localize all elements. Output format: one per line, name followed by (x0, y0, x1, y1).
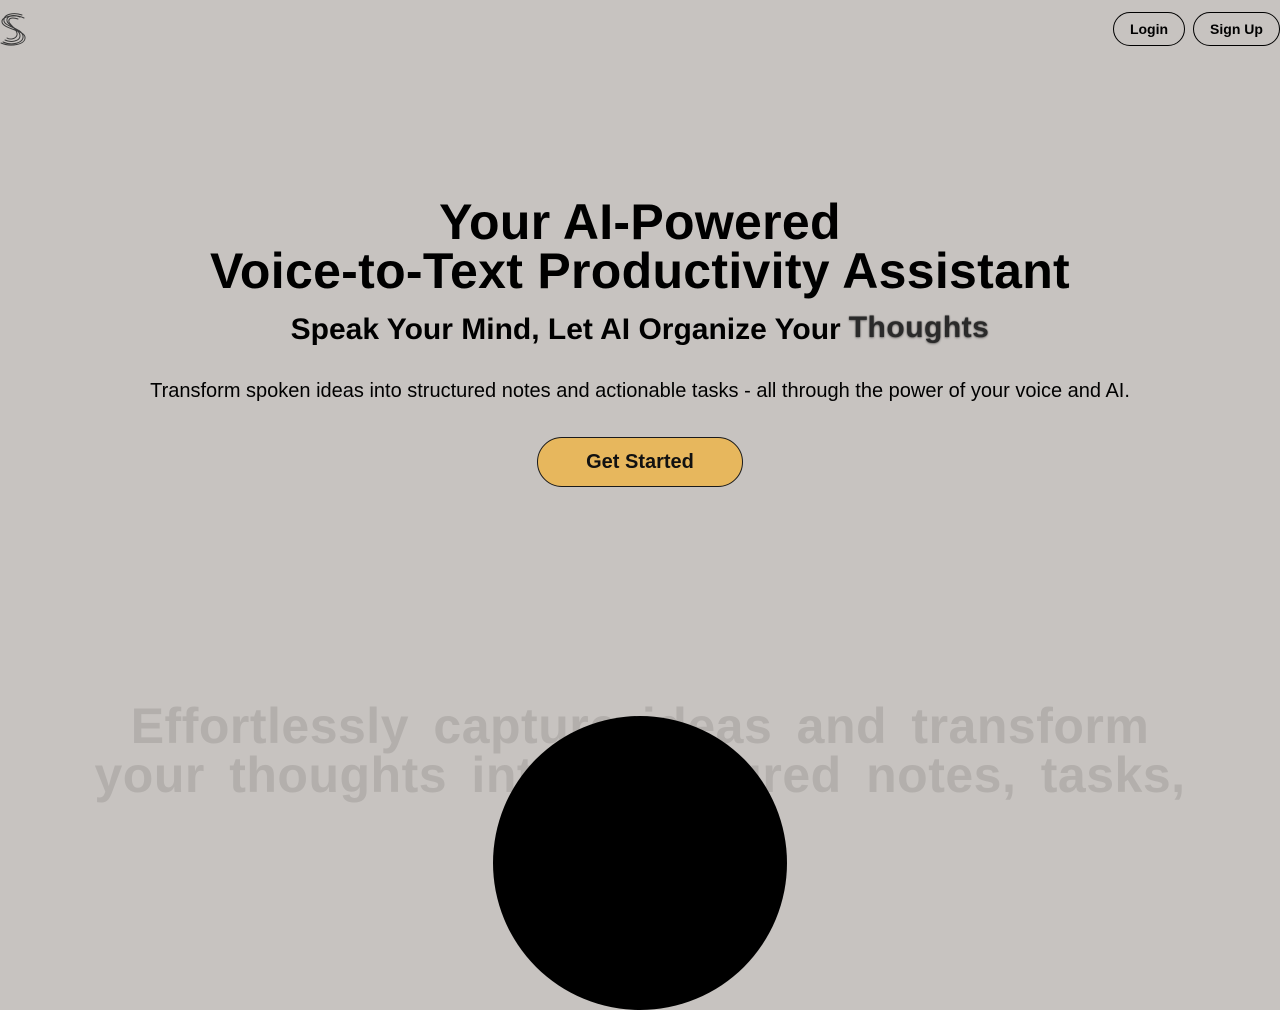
hero-title: Your AI-Powered Voice-to-Text Productivi… (0, 194, 1280, 299)
hero-title-line-2: Voice-to-Text Productivity Assistant (209, 243, 1071, 299)
hero-title-line-1: Your AI-Powered (439, 194, 841, 250)
hero-description: Transform spoken ideas into structured n… (150, 380, 1130, 402)
subtitle-static-text: Speak Your Mind, Let AI Organize Your (290, 313, 841, 346)
black-circle-graphic (493, 716, 787, 1010)
s-logo-icon[interactable] (0, 10, 28, 48)
header-nav: Login Sign Up (1113, 12, 1280, 46)
hero-section: Your AI-Powered Voice-to-Text Productivi… (0, 194, 1280, 487)
hero-subtitle: Speak Your Mind, Let AI Organize Your Th… (0, 311, 1280, 348)
login-button[interactable]: Login (1113, 12, 1185, 46)
get-started-button[interactable]: Get Started (537, 437, 743, 487)
subtitle-rotating-word: Thoughts (848, 311, 990, 344)
signup-button[interactable]: Sign Up (1193, 12, 1280, 46)
